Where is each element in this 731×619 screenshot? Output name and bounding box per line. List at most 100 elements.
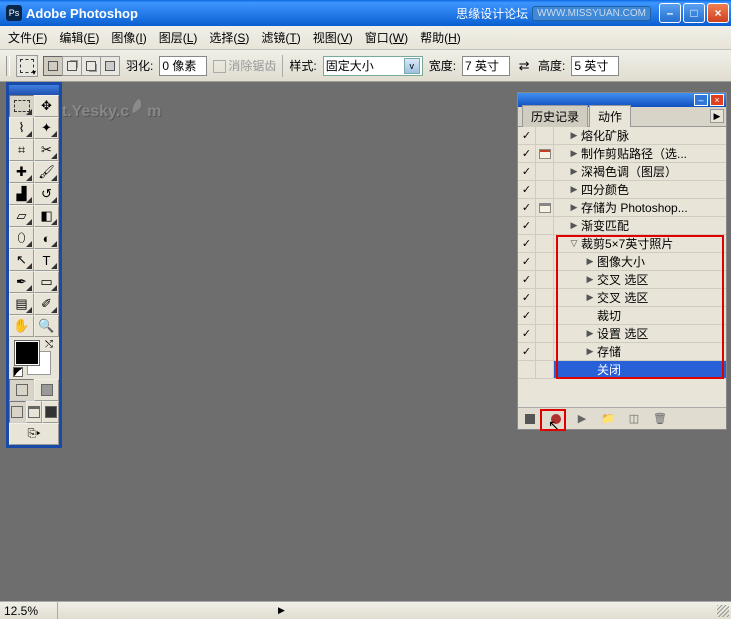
swap-dimensions-button[interactable]: ⇄ xyxy=(516,58,532,74)
forum-label: 思缘设计论坛 xyxy=(456,5,528,22)
panel-menu-button[interactable]: ▶ xyxy=(710,109,724,123)
action-row[interactable]: ✓▶存储为 Photoshop... xyxy=(518,199,726,217)
tool-move[interactable]: ✥ xyxy=(34,95,59,117)
screen-full-button[interactable] xyxy=(42,401,59,423)
action-row[interactable]: ✓▶深褐色调（图层） xyxy=(518,163,726,181)
width-input[interactable] xyxy=(462,56,510,76)
style-select[interactable]: 固定大小v xyxy=(323,56,423,76)
feather-input[interactable] xyxy=(159,56,207,76)
tool-dodge[interactable]: ◐ xyxy=(34,227,59,249)
width-label: 宽度: xyxy=(429,57,456,74)
tool-hand[interactable]: ✋ xyxy=(9,315,34,337)
tool-eraser[interactable]: ▱ xyxy=(9,205,34,227)
action-row[interactable]: ✓▶渐变匹配 xyxy=(518,217,726,235)
quickmask-mode-button[interactable] xyxy=(34,379,59,401)
action-row[interactable]: ✓▶图像大小 xyxy=(518,253,726,271)
record-button[interactable] xyxy=(548,412,564,426)
panel-minimize-button[interactable]: – xyxy=(694,94,708,106)
action-row[interactable]: ✓▶存储 xyxy=(518,343,726,361)
action-row[interactable]: ✓裁切 xyxy=(518,307,726,325)
tool-stamp[interactable]: ▟ xyxy=(9,183,34,205)
close-button[interactable]: × xyxy=(707,3,729,23)
selection-new-button[interactable] xyxy=(43,56,63,76)
tool-crop[interactable]: ⌗ xyxy=(9,139,34,161)
menu-f[interactable]: 文件(F) xyxy=(2,27,53,48)
color-swatches[interactable]: ⤭ xyxy=(9,337,59,379)
maximize-button[interactable]: □ xyxy=(683,3,705,23)
selection-intersect-button[interactable] xyxy=(100,56,120,76)
toolbox-drag-handle[interactable] xyxy=(9,85,59,95)
zoom-level[interactable]: 12.5% xyxy=(0,602,58,619)
tool-preset-button[interactable] xyxy=(16,55,38,77)
standard-mode-button[interactable] xyxy=(9,379,34,401)
height-label: 高度: xyxy=(538,57,565,74)
action-row[interactable]: ✓▶制作剪贴路径（选... xyxy=(518,145,726,163)
menu-l[interactable]: 图层(L) xyxy=(153,27,204,48)
options-handle[interactable] xyxy=(6,56,10,76)
tool-notes[interactable]: ▤ xyxy=(9,293,34,315)
selection-mode-group xyxy=(44,56,120,76)
screen-full-menu-button[interactable] xyxy=(26,401,43,423)
menu-v[interactable]: 视图(V) xyxy=(307,27,359,48)
antialias-checkbox: 消除锯齿 xyxy=(213,57,276,74)
tool-path[interactable]: ↖ xyxy=(9,249,34,271)
tab-actions[interactable]: 动作 xyxy=(589,105,631,127)
swap-colors-icon[interactable]: ⤭ xyxy=(45,339,53,350)
height-input[interactable] xyxy=(571,56,619,76)
menu-s[interactable]: 选择(S) xyxy=(203,27,255,48)
menu-i[interactable]: 图像(I) xyxy=(105,27,152,48)
tool-eyedropper[interactable]: ✐ xyxy=(34,293,59,315)
action-row[interactable]: ✓▶四分颜色 xyxy=(518,181,726,199)
tool-type[interactable]: T xyxy=(34,249,59,271)
selection-add-button[interactable] xyxy=(62,56,82,76)
screen-standard-button[interactable] xyxy=(9,401,26,423)
selection-subtract-button[interactable] xyxy=(81,56,101,76)
foreground-color[interactable] xyxy=(15,341,39,365)
tool-history-brush[interactable]: ↺ xyxy=(34,183,59,205)
tool-pen[interactable]: ✒ xyxy=(9,271,34,293)
menu-h[interactable]: 帮助(H) xyxy=(414,27,467,48)
actions-panel[interactable]: – × 历史记录 动作 ▶ ✓▶熔化矿脉✓▶制作剪贴路径（选...✓▶深褐色调（… xyxy=(517,92,727,430)
action-row[interactable]: ✓▶熔化矿脉 xyxy=(518,127,726,145)
tab-history[interactable]: 历史记录 xyxy=(522,105,588,127)
tool-marquee[interactable] xyxy=(9,95,34,117)
menu-w[interactable]: 窗口(W) xyxy=(359,27,414,48)
menu-t[interactable]: 滤镜(T) xyxy=(255,27,306,48)
resize-grip[interactable] xyxy=(717,605,729,617)
action-row[interactable]: ✓▽裁剪5×7英寸照片 xyxy=(518,235,726,253)
app-title: Adobe Photoshop xyxy=(26,6,456,21)
tool-lasso[interactable]: ⌇ xyxy=(9,117,34,139)
tool-healing[interactable]: ✚ xyxy=(9,161,34,183)
default-colors-icon[interactable] xyxy=(13,367,23,377)
delete-button[interactable]: 🗑 xyxy=(652,412,668,426)
action-row[interactable]: ✓▶交叉 选区 xyxy=(518,271,726,289)
new-action-button[interactable]: ◫ xyxy=(626,412,642,426)
new-set-button[interactable]: 📁 xyxy=(600,412,616,426)
toolbox[interactable]: ✥ ⌇ ✦ ⌗ ✂ ✚ 🖌 ▟ ↺ ▱ ◧ ⬯ ◐ ↖ T ✒ ▭ ▤ ✐ ✋ … xyxy=(6,82,62,448)
tool-slice[interactable]: ✂ xyxy=(34,139,59,161)
status-menu-arrow[interactable]: ▶ xyxy=(278,605,285,616)
tool-gradient[interactable]: ◧ xyxy=(34,205,59,227)
action-row[interactable]: ✓▶设置 选区 xyxy=(518,325,726,343)
action-row[interactable]: ✓▶交叉 选区 xyxy=(518,289,726,307)
tool-blur[interactable]: ⬯ xyxy=(9,227,34,249)
play-button[interactable]: ▶ xyxy=(574,412,590,426)
tool-shape[interactable]: ▭ xyxy=(34,271,59,293)
stop-button[interactable] xyxy=(522,412,538,426)
panel-close-button[interactable]: × xyxy=(710,94,724,106)
jump-to-imageready-button[interactable]: ⎘▸ xyxy=(9,423,59,445)
menu-e[interactable]: 编辑(E) xyxy=(53,27,105,48)
minimize-button[interactable]: – xyxy=(659,3,681,23)
feather-label: 羽化: xyxy=(126,57,153,74)
actions-footer: ▶ 📁 ◫ 🗑 xyxy=(518,407,726,429)
actions-list[interactable]: ✓▶熔化矿脉✓▶制作剪贴路径（选...✓▶深褐色调（图层）✓▶四分颜色✓▶存储为… xyxy=(518,127,726,407)
url-badge: WWW.MISSYUAN.COM xyxy=(532,6,651,21)
tool-brush[interactable]: 🖌 xyxy=(34,161,59,183)
workspace: Soft.Yesky.cm ✥ ⌇ ✦ ⌗ ✂ ✚ 🖌 ▟ ↺ ▱ ◧ ⬯ ◐ … xyxy=(0,82,731,601)
tool-wand[interactable]: ✦ xyxy=(34,117,59,139)
tool-zoom[interactable]: 🔍 xyxy=(34,315,59,337)
style-label: 样式: xyxy=(289,57,316,74)
titlebar: Ps Adobe Photoshop 思缘设计论坛 WWW.MISSYUAN.C… xyxy=(0,0,731,26)
statusbar: 12.5% ▶ xyxy=(0,601,731,619)
action-row[interactable]: 关闭 xyxy=(518,361,726,379)
